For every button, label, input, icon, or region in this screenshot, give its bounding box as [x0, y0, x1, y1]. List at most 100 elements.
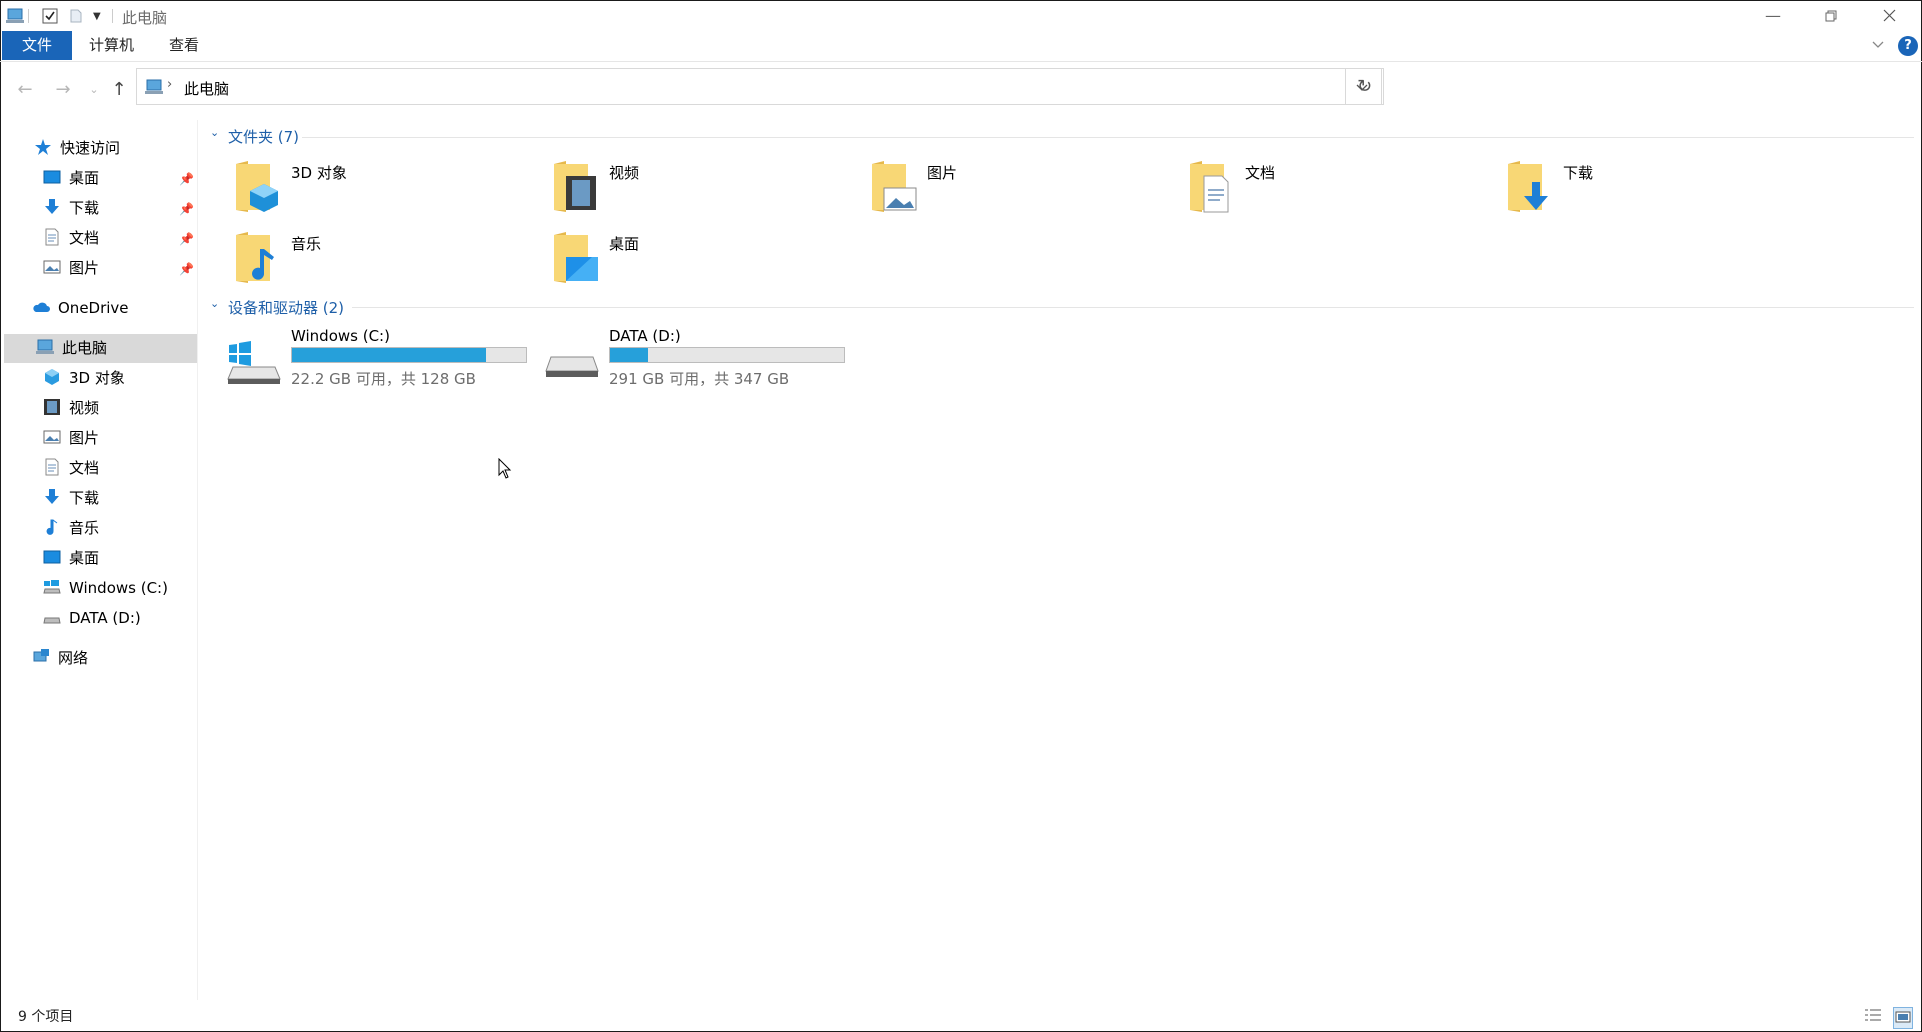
forward-button[interactable]: → [52, 78, 74, 100]
refresh-button[interactable]: ↻ [1345, 68, 1384, 105]
sidebar-item-this-pc[interactable]: 此电脑 [4, 334, 197, 363]
folder-label: 文档 [1245, 164, 1276, 182]
sidebar-item-documents-pc[interactable]: 文档 [43, 454, 99, 483]
sidebar-item-music[interactable]: 音乐 [43, 514, 99, 543]
drive-usage-fill [610, 348, 648, 362]
download-folder-icon [1508, 161, 1548, 212]
new-folder-icon[interactable] [68, 6, 84, 26]
pin-icon[interactable]: 📌 [179, 202, 194, 216]
document-folder-icon [1190, 161, 1229, 213]
back-button[interactable]: ← [14, 78, 36, 100]
sidebar-item-downloads-pc[interactable]: 下载 [43, 484, 99, 513]
folders-section-header[interactable]: 文件夹 (7) [228, 126, 299, 147]
document-icon [45, 458, 59, 475]
sidebar-item-label: 网络 [58, 649, 89, 667]
tab-view[interactable]: 查看 [152, 31, 216, 60]
chevron-down-icon [1872, 41, 1884, 48]
customize-toolbar-dropdown[interactable]: ▼ [93, 6, 101, 26]
collapse-drives-icon[interactable]: ⌄ [210, 297, 219, 310]
navigation-pane: 快速访问 桌面 📌 下载 📌 文档 📌 图片 📌 OneDrive 此电脑 3D… [1, 120, 198, 1000]
sidebar-item-label: 视频 [69, 399, 100, 417]
sidebar-item-label: OneDrive [58, 299, 129, 317]
drive-c[interactable]: Windows (C:) 22.2 GB 可用，共 128 GB [227, 327, 537, 407]
sidebar-item-label: 桌面 [69, 169, 100, 187]
folder-3d-objects[interactable]: 3D 对象 [234, 160, 534, 226]
properties-icon[interactable] [42, 6, 58, 26]
drive-icon [545, 356, 599, 377]
close-button[interactable] [1860, 0, 1918, 31]
up-button[interactable]: ↑ [108, 78, 130, 100]
minimize-button[interactable]: — [1744, 0, 1802, 31]
music-folder-icon [236, 232, 274, 283]
sidebar-item-pictures[interactable]: 图片 [43, 254, 99, 283]
restore-button[interactable] [1802, 0, 1860, 31]
sidebar-item-label: 下载 [69, 489, 100, 507]
sidebar-item-network[interactable]: 网络 [32, 644, 88, 673]
3d-object-icon [45, 368, 59, 385]
sidebar-item-pictures-pc[interactable]: 图片 [43, 424, 99, 453]
sidebar-item-3d-objects[interactable]: 3D 对象 [43, 364, 125, 393]
star-icon [35, 138, 51, 155]
large-icons-view-button[interactable] [1893, 1007, 1913, 1029]
picture-folder-icon [872, 161, 917, 212]
recent-locations-button[interactable]: ⌄ [83, 78, 105, 100]
details-view-button[interactable] [1864, 1008, 1882, 1026]
forward-arrow-icon: → [55, 78, 71, 100]
folder-music[interactable]: 音乐 [234, 231, 534, 297]
drive-label: DATA (D:) [609, 327, 681, 345]
sidebar-item-downloads[interactable]: 下载 [43, 194, 99, 223]
sidebar-item-drive-d[interactable]: DATA (D:) [43, 604, 141, 633]
folder-desktop[interactable]: 桌面 [552, 231, 852, 297]
picture-icon [43, 260, 61, 273]
desktop-icon [43, 170, 61, 183]
drives-section-header[interactable]: 设备和驱动器 (2) [228, 297, 344, 318]
help-icon[interactable]: ? [1898, 36, 1918, 56]
sidebar-item-documents[interactable]: 文档 [43, 224, 99, 253]
this-pc-icon[interactable] [6, 6, 24, 26]
network-icon [33, 648, 49, 661]
sidebar-item-label: 文档 [69, 459, 100, 477]
folder-videos[interactable]: 视频 [552, 160, 852, 226]
details-view-icon [1865, 1009, 1881, 1021]
tab-computer[interactable]: 计算机 [80, 31, 143, 60]
restore-icon [1825, 10, 1837, 21]
drive-icon [43, 617, 61, 623]
title-divider [112, 9, 113, 23]
address-bar[interactable]: › 此电脑 [136, 68, 1382, 105]
minimize-icon: — [1765, 6, 1781, 25]
pin-icon[interactable]: 📌 [179, 172, 194, 186]
expand-ribbon-button[interactable] [1871, 37, 1885, 55]
pin-icon[interactable]: 📌 [179, 232, 194, 246]
toolbar-divider [28, 9, 29, 23]
sidebar-item-desktop-pc[interactable]: 桌面 [43, 544, 99, 573]
breadcrumb-separator-icon: › [167, 77, 173, 92]
sidebar-item-label: 音乐 [69, 519, 100, 537]
sidebar-item-onedrive[interactable]: OneDrive [32, 294, 129, 323]
section-divider [352, 307, 1914, 308]
tab-file[interactable]: 文件 [2, 31, 72, 60]
folder-pictures[interactable]: 图片 [870, 160, 1170, 226]
folder-documents[interactable]: 文档 [1188, 160, 1488, 226]
breadcrumb[interactable]: 此电脑 [184, 78, 229, 99]
folder-downloads[interactable]: 下载 [1506, 160, 1806, 226]
this-pc-icon [145, 79, 163, 94]
status-item-count: 9 个项目 [18, 1009, 74, 1025]
folder-label: 视频 [609, 164, 640, 182]
cloud-icon [33, 302, 50, 312]
sidebar-item-desktop[interactable]: 桌面 [43, 164, 99, 193]
sidebar-item-quick-access[interactable]: 快速访问 [34, 134, 120, 163]
folder-label: 3D 对象 [291, 164, 347, 182]
collapse-folders-icon[interactable]: ⌄ [210, 126, 219, 139]
folder-label: 下载 [1563, 164, 1594, 182]
pin-icon[interactable]: 📌 [179, 262, 194, 276]
chevron-down-icon: ⌄ [89, 82, 99, 96]
sidebar-item-videos[interactable]: 视频 [43, 394, 99, 423]
sidebar-item-drive-c[interactable]: Windows (C:) [43, 574, 168, 603]
video-folder-icon [554, 161, 596, 212]
drive-d[interactable]: DATA (D:) 291 GB 可用，共 347 GB [545, 327, 855, 407]
sidebar-item-label: Windows (C:) [69, 579, 168, 597]
drive-usage-bar [609, 347, 845, 363]
window-title: 此电脑 [122, 9, 168, 27]
window-frame [0, 0, 1922, 1032]
mouse-pointer-icon [498, 458, 512, 479]
